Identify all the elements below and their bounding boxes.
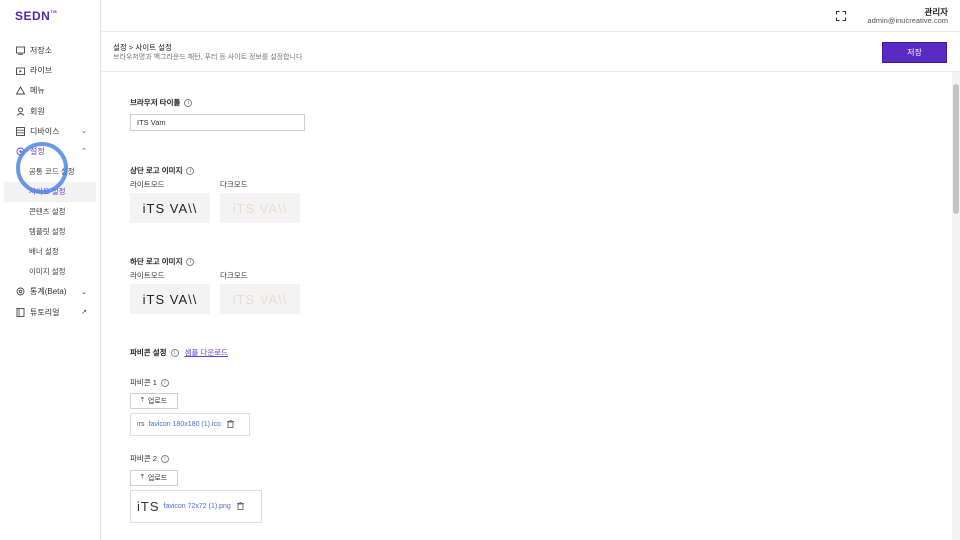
tutorial-icon (16, 307, 25, 317)
upload-icon: ⤒ (140, 474, 144, 481)
sidebar-item-label: 회원 (30, 106, 45, 116)
favicon2-thumbnail: iTS (137, 499, 160, 514)
dark-mode-label: 다크모드 (220, 271, 248, 280)
top-logo-label: 상단 로고 이미지 i (130, 165, 195, 176)
sidebar-item-label: 튜토리얼 (30, 307, 60, 317)
info-icon[interactable]: i (186, 166, 195, 175)
bottom-logo-light-image[interactable]: iTS VA\\ (130, 284, 210, 314)
light-mode-label: 라이트모드 (130, 271, 165, 280)
favicon1-file-link[interactable]: favicon 180x180 (1).ico (149, 421, 221, 428)
trash-icon[interactable] (236, 501, 244, 512)
storage-icon (16, 46, 25, 55)
sidebar-item-stats[interactable]: 통계(Beta) ⌄ (0, 282, 100, 302)
chevron-up-icon: ⌃ (81, 148, 87, 156)
sidebar-item-label: 디바이스 (30, 126, 60, 136)
sidebar-item-tutorial[interactable]: 튜토리얼 ↗ (0, 302, 100, 322)
content-scrollbar[interactable] (952, 72, 960, 540)
bottom-logo-label: 하단 로고 이미지 i (130, 256, 195, 267)
fullscreen-icon[interactable] (836, 11, 846, 21)
scrollbar-thumb[interactable] (953, 84, 959, 214)
favicon1-label: 파비콘 1i (130, 377, 169, 388)
browser-title-label: 브라우저 타이틀 i (130, 97, 193, 108)
chevron-down-icon: ⌄ (81, 128, 87, 136)
logo-text: iTS VA\\ (232, 200, 288, 216)
info-icon[interactable]: i (160, 454, 169, 463)
sidebar-item-storage[interactable]: 저장소 (0, 40, 100, 60)
favicon2-file: iTS favicon 72x72 (1).png (130, 490, 262, 523)
sidebar-item-member[interactable]: 회원 (0, 101, 100, 121)
chevron-down-icon: ⌄ (81, 288, 87, 296)
sample-download-link[interactable]: 샘플 다운로드 (185, 347, 228, 358)
favicon-settings-label: 파비콘 설정 i 샘플 다운로드 (130, 347, 229, 358)
favicon1-thumbnail: iTS (137, 421, 145, 428)
device-icon (16, 126, 25, 136)
sidebar-item-label: 라이브 (30, 65, 53, 75)
logo-text: iTS VA\\ (232, 291, 288, 307)
stats-icon (16, 287, 25, 296)
logo-text: iTS VA\\ (142, 291, 198, 307)
sidebar-sub-image-settings[interactable]: 이미지 설정 (0, 262, 100, 282)
save-button[interactable]: 저장 (882, 42, 947, 63)
light-mode-label: 라이트모드 (130, 180, 165, 189)
info-icon[interactable]: i (160, 378, 169, 387)
sidebar-sub-common-code[interactable]: 공통 코드 설정 (0, 162, 100, 182)
logo-text: iTS VA\\ (142, 200, 198, 216)
sidebar-nav: 저장소 라이브 메뉴 회원 디바이스 ⌄ 설정 ⌃ 공통 코드 설정 사이트 설… (0, 40, 100, 322)
dark-mode-label: 다크모드 (220, 180, 248, 189)
trash-icon[interactable] (226, 419, 234, 430)
app-logo[interactable]: SEDNTM (15, 9, 57, 23)
sidebar-item-menu[interactable]: 메뉴 (0, 81, 100, 101)
live-icon (16, 66, 25, 75)
site-settings-form: 브라우저 타이틀 i ITS Vam 상단 로고 이미지 i 라이트모드 다크모드 … (101, 72, 951, 540)
sidebar: SEDNTM 저장소 라이브 메뉴 회원 디바이스 ⌄ 설정 ⌃ 공통 코드 설… (0, 0, 101, 540)
favicon1-upload-button[interactable]: ⤒ 업로드 (130, 393, 178, 409)
sidebar-item-device[interactable]: 디바이스 ⌄ (0, 121, 100, 141)
top-logo-dark-image[interactable]: iTS VA\\ (220, 193, 300, 223)
page-header: 설정 > 사이트 설정 브라우저명과 백그라운드 패턴, 푸터 등 사이트 정보… (101, 32, 960, 72)
page-description: 브라우저명과 백그라운드 패턴, 푸터 등 사이트 정보를 설정합니다 (113, 54, 303, 61)
sidebar-item-label: 설정 (30, 147, 45, 157)
user-email: admin@inucreative.com (867, 16, 948, 25)
sidebar-item-label: 저장소 (30, 45, 53, 55)
settings-icon (16, 147, 25, 156)
sidebar-item-label: 통계(Beta) (30, 287, 67, 297)
external-link-icon: ↗ (81, 309, 87, 317)
sidebar-sub-banner-settings[interactable]: 배너 설정 (0, 242, 100, 262)
sidebar-sub-content-settings[interactable]: 콘텐츠 설정 (0, 202, 100, 222)
bottom-logo-dark-image[interactable]: iTS VA\\ (220, 284, 300, 314)
menu-icon (16, 86, 25, 95)
favicon2-label: 파비콘 2i (130, 453, 169, 464)
sidebar-sub-template-settings[interactable]: 템플릿 설정 (0, 222, 100, 242)
info-icon[interactable]: i (170, 348, 179, 357)
top-bar: 관리자 admin@inucreative.com (101, 0, 960, 32)
info-icon[interactable]: i (184, 98, 193, 107)
favicon2-file-link[interactable]: favicon 72x72 (1).png (164, 503, 231, 510)
top-logo-light-image[interactable]: iTS VA\\ (130, 193, 210, 223)
member-icon (16, 107, 25, 116)
sidebar-item-label: 메뉴 (30, 86, 45, 96)
upload-label: 업로드 (147, 475, 168, 482)
info-icon[interactable]: i (186, 257, 195, 266)
favicon1-file: iTS favicon 180x180 (1).ico (130, 413, 250, 436)
sidebar-item-settings[interactable]: 설정 ⌃ (0, 141, 100, 161)
upload-label: 업로드 (147, 398, 168, 405)
sidebar-item-live[interactable]: 라이브 (0, 60, 100, 80)
favicon2-upload-button[interactable]: ⤒ 업로드 (130, 470, 178, 486)
sidebar-sub-site-settings[interactable]: 사이트 설정 (4, 181, 96, 202)
upload-icon: ⤒ (140, 397, 144, 404)
browser-title-input[interactable]: ITS Vam (130, 114, 305, 131)
